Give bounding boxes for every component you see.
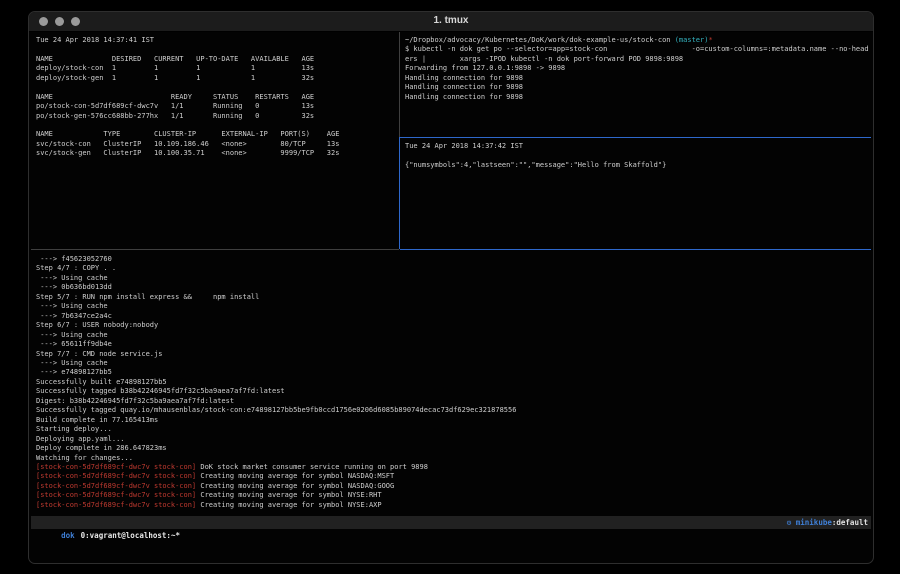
window-title: 1. tmux: [29, 15, 873, 26]
terminal-line: ---> e74898127bb5: [36, 368, 874, 377]
terminal-line: Step 6/7 : USER nobody:nobody: [36, 321, 874, 330]
terminal-line: Starting deploy...: [36, 425, 874, 434]
terminal-line: Handling connection for 9898: [405, 74, 873, 83]
active-window-label[interactable]: 0:vagrant@localhost:~*: [81, 531, 180, 540]
terminal-line: deploy/stock-gen 1 1 1 1 32s: [36, 74, 402, 83]
terminal-line: svc/stock-gen ClusterIP 10.100.35.71 <no…: [36, 149, 402, 158]
terminal-line: Handling connection for 9898: [405, 83, 873, 92]
pane-port-forward[interactable]: ~/Dropbox/advocacy/Kubernetes/DoK/work/d…: [402, 34, 873, 138]
gear-icon: ⚙: [787, 518, 796, 527]
terminal-line: Handling connection for 9898: [405, 93, 873, 102]
terminal-line: po/stock-con-5d7df689cf-dwc7v 1/1 Runnin…: [36, 102, 402, 111]
terminal-line: ers | xargs -IPOD kubectl -n dok port-fo…: [405, 55, 873, 64]
terminal-line: [stock-con-5d7df689cf-dwc7v stock-con] D…: [36, 463, 874, 472]
terminal-line: svc/stock-con ClusterIP 10.109.186.46 <n…: [36, 140, 402, 149]
terminal-line: NAME READY STATUS RESTARTS AGE: [36, 93, 402, 102]
pane-curl-output[interactable]: Tue 24 Apr 2018 14:37:42 IST {"numsymbols…: [402, 140, 873, 250]
kube-namespace: :default: [832, 518, 868, 527]
pane-skaffold-build-log[interactable]: ---> f45623052760Step 4/7 : COPY . . ---…: [33, 252, 874, 517]
terminal-window: 1. tmux Tue 24 Apr 2018 14:37:41 IST NAME…: [28, 11, 874, 564]
terminal-line: Tue 24 Apr 2018 14:37:42 IST: [405, 142, 873, 151]
pane-divider-vertical-top[interactable]: [399, 32, 400, 137]
pane-kubectl-watch[interactable]: Tue 24 Apr 2018 14:37:41 IST NAME DESIRED…: [33, 34, 402, 252]
pane-divider-vertical-bottom[interactable]: [399, 137, 400, 249]
kube-context: minikube: [796, 518, 832, 527]
terminal-line: ---> Using cache: [36, 359, 874, 368]
terminal-line: {"numsymbols":4,"lastseen":"","message":…: [405, 161, 873, 170]
terminal-line: Deploying app.yaml...: [36, 435, 874, 444]
pane-divider-bottom-left[interactable]: [31, 249, 399, 250]
status-right: ⚙ minikube:default: [787, 516, 868, 529]
terminal-line: NAME TYPE CLUSTER-IP EXTERNAL-IP PORT(S)…: [36, 130, 402, 139]
terminal-line: Step 7/7 : CMD node service.js: [36, 350, 874, 359]
terminal-line: NAME DESIRED CURRENT UP-TO-DATE AVAILABL…: [36, 55, 402, 64]
terminal-line: ~/Dropbox/advocacy/Kubernetes/DoK/work/d…: [405, 36, 873, 45]
terminal-line: [stock-con-5d7df689cf-dwc7v stock-con] C…: [36, 482, 874, 491]
terminal-line: [36, 83, 402, 92]
terminal-line: ---> 0b636bd013dd: [36, 283, 874, 292]
pane-divider-bottom-right[interactable]: [400, 249, 871, 250]
terminal-line: [stock-con-5d7df689cf-dwc7v stock-con] C…: [36, 491, 874, 500]
terminal-line: [36, 121, 402, 130]
terminal-line: Successfully tagged quay.io/mhausenblas/…: [36, 406, 874, 415]
terminal-line: $ kubectl -n dok get po --selector=app=s…: [405, 45, 873, 54]
terminal-line: Forwarding from 127.0.0.1:9898 -> 9898: [405, 64, 873, 73]
terminal-line: Tue 24 Apr 2018 14:37:41 IST: [36, 36, 402, 45]
pane-divider-right-horizontal[interactable]: [400, 137, 871, 138]
terminal-line: Build complete in 77.165413ms: [36, 416, 874, 425]
window-title-bar[interactable]: 1. tmux: [29, 12, 873, 32]
terminal-line: [stock-con-5d7df689cf-dwc7v stock-con] C…: [36, 501, 874, 510]
session-name[interactable]: dok: [61, 531, 75, 540]
terminal-line: Successfully tagged b38b42246945fd7f32c5…: [36, 387, 874, 396]
terminal-line: deploy/stock-con 1 1 1 1 13s: [36, 64, 402, 73]
terminal-line: ---> 7b6347ce2a4c: [36, 312, 874, 321]
terminal-line: ---> Using cache: [36, 274, 874, 283]
terminal-line: [405, 151, 873, 160]
terminal-line: Watching for changes...: [36, 454, 874, 463]
terminal-line: ---> Using cache: [36, 302, 874, 311]
terminal-line: ---> 65611ff9db4e: [36, 340, 874, 349]
terminal-line: ---> Using cache: [36, 331, 874, 340]
terminal-line: [36, 45, 402, 54]
terminal-line: Step 4/7 : COPY . .: [36, 264, 874, 273]
terminal-line: Successfully built e74898127bb5: [36, 378, 874, 387]
terminal-line: ---> f45623052760: [36, 255, 874, 264]
desktop-background: 1. tmux Tue 24 Apr 2018 14:37:41 IST NAME…: [0, 0, 900, 574]
terminal-line: Step 5/7 : RUN npm install express && np…: [36, 293, 874, 302]
terminal-line: Deploy complete in 286.647823ms: [36, 444, 874, 453]
tmux-status-bar: dok0:vagrant@localhost:~* ⚙ minikube:def…: [31, 516, 871, 529]
terminal-line: [stock-con-5d7df689cf-dwc7v stock-con] C…: [36, 472, 874, 481]
terminal-line: po/stock-gen-576cc688bb-277hx 1/1 Runnin…: [36, 112, 402, 121]
terminal-line: Digest: b38b42246945fd7f32c5ba9aea7af7fd…: [36, 397, 874, 406]
